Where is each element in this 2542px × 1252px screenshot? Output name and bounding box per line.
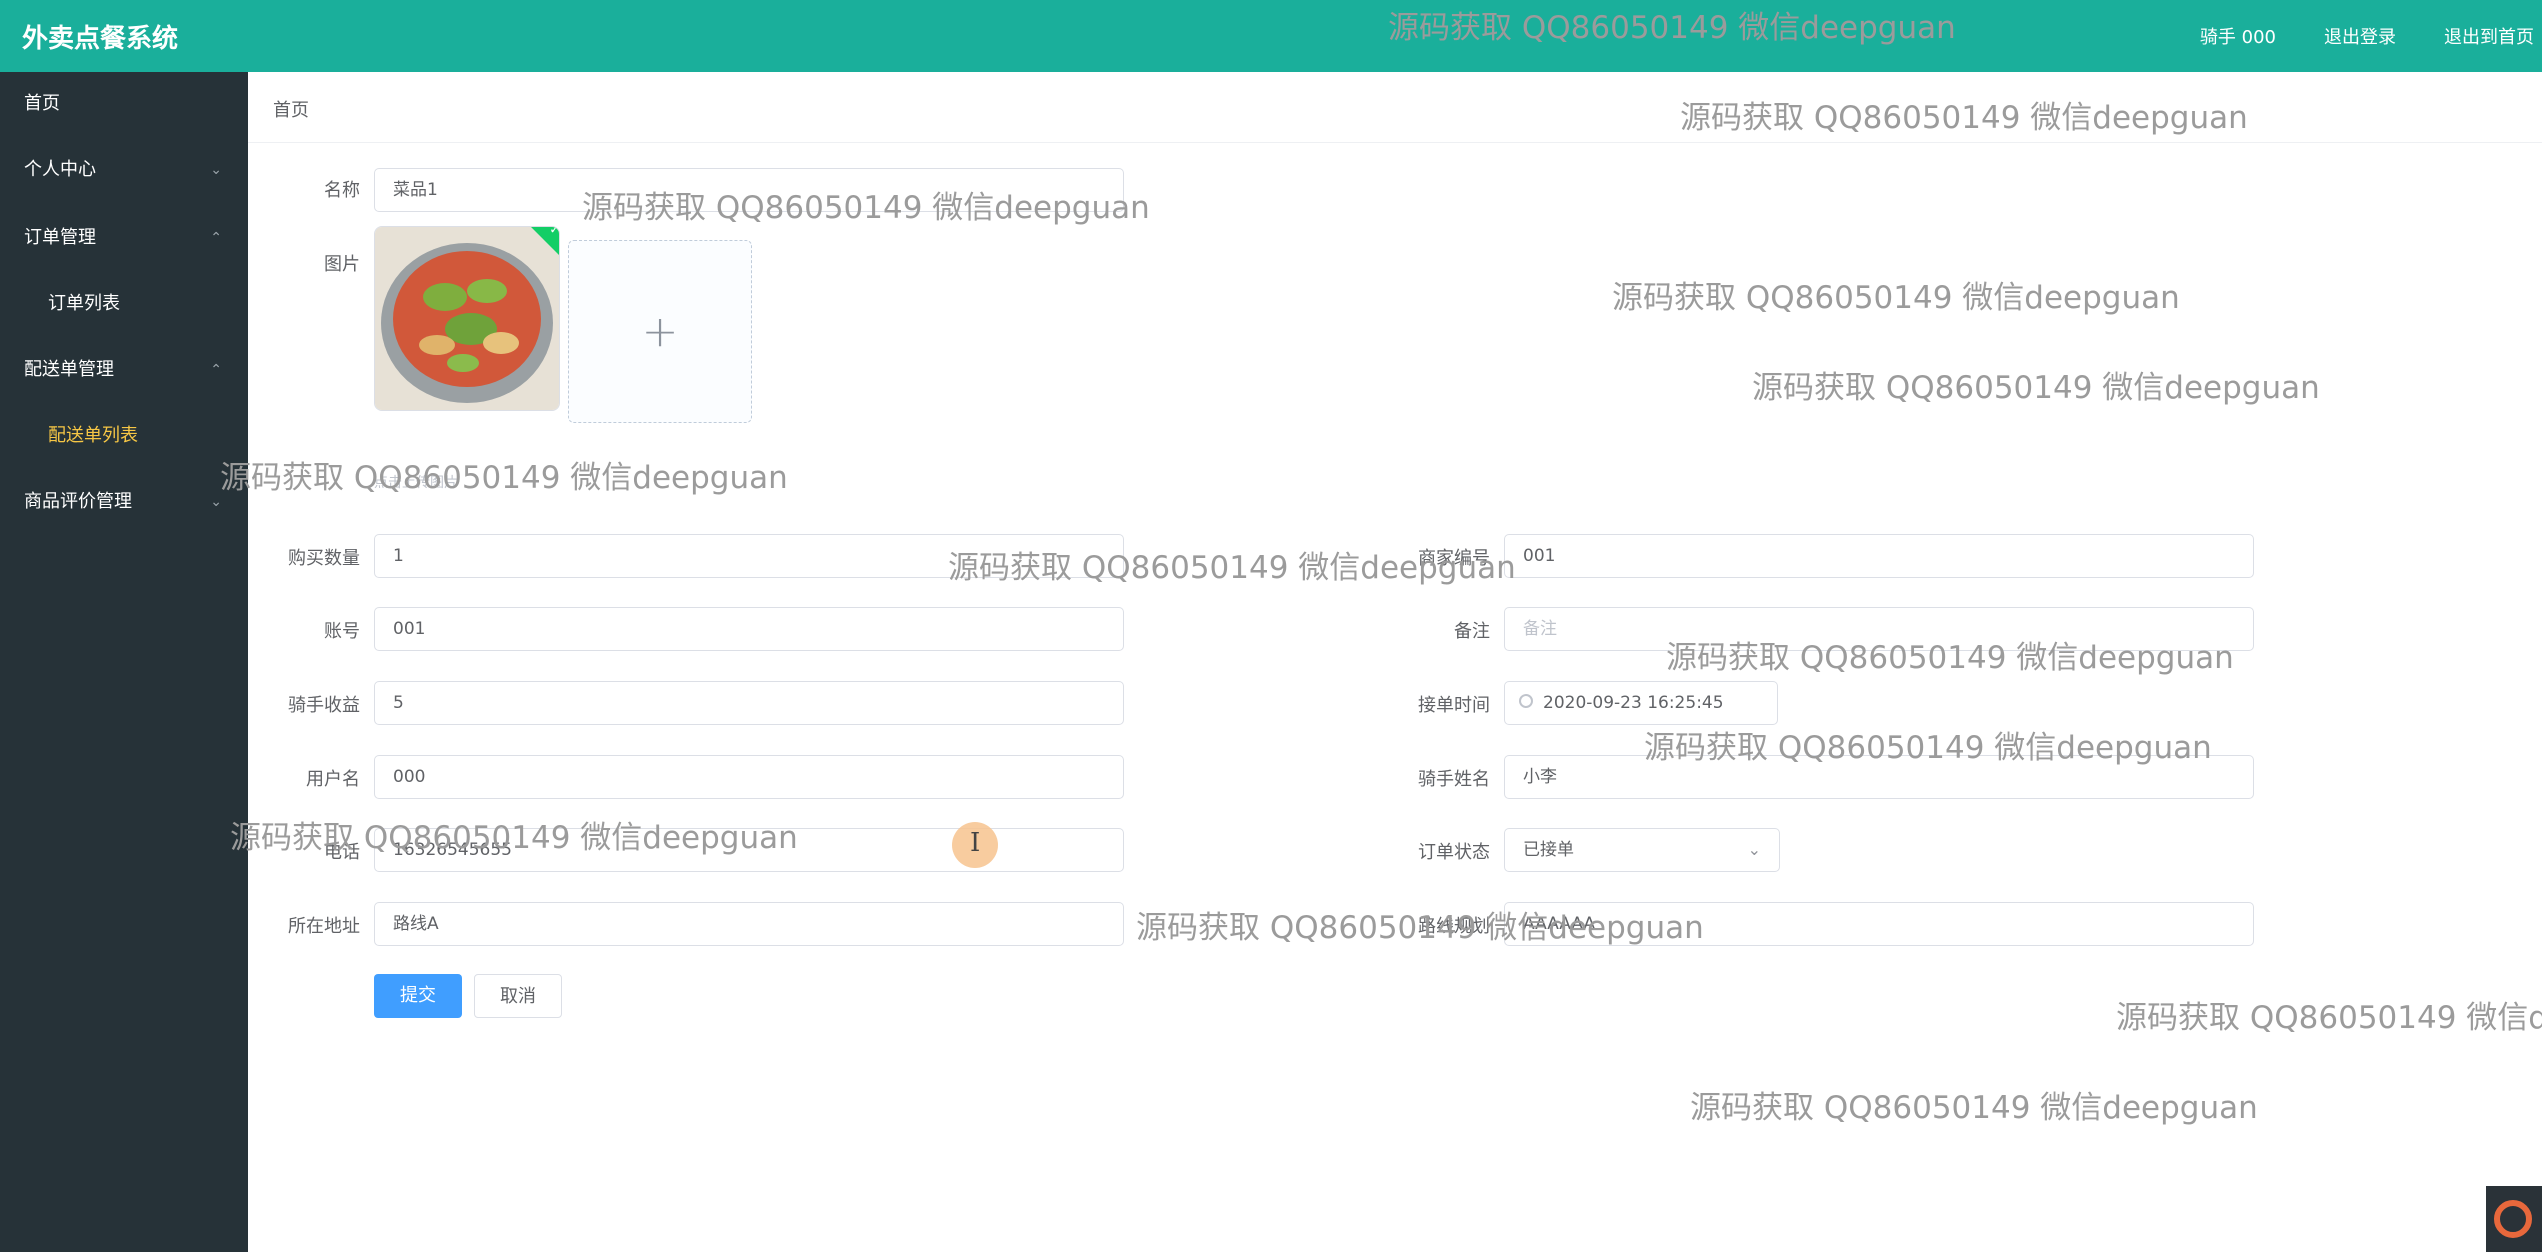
sidebar-item-label: 首页 [24, 93, 60, 114]
sidebar-item-home[interactable]: 首页 [0, 72, 248, 136]
accept-time-label: 接单时间 [1418, 695, 1490, 716]
floating-widget[interactable] [2486, 1186, 2542, 1252]
address-label: 所在地址 [288, 916, 360, 937]
upload-hint: 点击上传图片 [374, 475, 458, 491]
accept-time-value: 2020-09-23 16:25:45 [1543, 693, 1724, 713]
breadcrumb-bar: 首页 [248, 72, 2542, 143]
username-label: 用户名 [306, 769, 360, 790]
remark-field[interactable]: 备注 [1504, 607, 2254, 651]
chevron-down-icon: ⌄ [1747, 840, 1761, 859]
quantity-field[interactable]: 1 [374, 534, 1124, 578]
username-field[interactable]: 000 [374, 755, 1124, 799]
sidebar-item-delivery-list[interactable]: 配送单列表 [0, 404, 248, 468]
plus-icon: + [641, 306, 679, 357]
watermark: 源码获取 QQ86050149 微信deepguan [2116, 1000, 2542, 1036]
account-label: 账号 [324, 621, 360, 642]
watermark: 源码获取 QQ86050149 微信deepguan [1752, 370, 2320, 406]
remark-label: 备注 [1454, 621, 1490, 642]
rider-name-field[interactable]: 小李 [1504, 755, 2254, 799]
merchant-field[interactable]: 001 [1504, 534, 2254, 578]
phone-field[interactable]: 16326545655 [374, 828, 1124, 872]
submit-button[interactable]: 提交 [374, 974, 462, 1018]
sidebar-item-review-management[interactable]: 商品评价管理 ⌄ [0, 468, 248, 536]
sidebar-item-delivery-management[interactable]: 配送单管理 ⌃ [0, 336, 248, 404]
sidebar-item-label: 商品评价管理 [24, 491, 132, 512]
dish-photo [375, 227, 559, 410]
top-header: 外卖点餐系统 骑手 000 退出登录 退出到首页 [0, 0, 2542, 72]
header-actions: 骑手 000 退出登录 退出到首页 [2200, 0, 2542, 72]
order-status-value: 已接单 [1523, 840, 1574, 860]
rider-name-label: 骑手姓名 [1418, 769, 1490, 790]
order-status-select[interactable]: 已接单 ⌄ [1504, 828, 1780, 872]
income-label: 骑手收益 [288, 695, 360, 716]
watermark: 源码获取 QQ86050149 微信deepguan [1690, 1090, 2258, 1126]
chevron-up-icon: ⌃ [210, 362, 222, 378]
app-title: 外卖点餐系统 [22, 24, 179, 54]
name-field[interactable]: 菜品1 [374, 168, 1124, 212]
quantity-label: 购买数量 [288, 548, 360, 569]
gear-icon [2494, 1200, 2532, 1238]
sidebar-item-order-list[interactable]: 订单列表 [0, 272, 248, 336]
sidebar: 首页 个人中心 ⌄ 订单管理 ⌃ 订单列表 配送单管理 ⌃ 配送单列表 商品评价… [0, 72, 248, 1252]
logout-button[interactable]: 退出登录 [2324, 23, 2396, 49]
sidebar-item-label: 个人中心 [24, 159, 96, 180]
route-field[interactable]: AAAAAA [1504, 902, 2254, 946]
merchant-label: 商家编号 [1418, 548, 1490, 569]
sidebar-item-label: 配送单列表 [48, 425, 138, 446]
watermark: 源码获取 QQ86050149 微信deepguan [220, 460, 788, 496]
accept-time-picker[interactable]: 2020-09-23 16:25:45 [1504, 681, 1778, 725]
user-label[interactable]: 骑手 000 [2200, 23, 2276, 49]
income-field[interactable]: 5 [374, 681, 1124, 725]
image-label: 图片 [324, 254, 360, 275]
route-label: 路线规划 [1418, 916, 1490, 937]
exit-to-home-button[interactable]: 退出到首页 [2444, 23, 2534, 49]
account-field[interactable]: 001 [374, 607, 1124, 651]
phone-label: 电话 [324, 842, 360, 863]
order-status-label: 订单状态 [1418, 842, 1490, 863]
check-icon: ✓ [549, 226, 560, 238]
sidebar-item-label: 订单管理 [24, 227, 96, 248]
address-field[interactable]: 路线A [374, 902, 1124, 946]
upload-image-button[interactable]: + [568, 240, 752, 423]
chevron-down-icon: ⌄ [210, 494, 222, 510]
name-label: 名称 [324, 180, 360, 201]
sidebar-item-personal-center[interactable]: 个人中心 ⌄ [0, 136, 248, 204]
sidebar-item-label: 配送单管理 [24, 359, 114, 380]
watermark: 源码获取 QQ86050149 微信deepguan [1612, 280, 2180, 316]
text-cursor-icon: I [970, 828, 981, 858]
sidebar-item-order-management[interactable]: 订单管理 ⌃ [0, 204, 248, 272]
cancel-button[interactable]: 取消 [474, 974, 562, 1018]
dish-image[interactable]: ✓ [374, 226, 560, 411]
clock-icon [1519, 694, 1533, 708]
breadcrumb[interactable]: 首页 [273, 96, 309, 122]
sidebar-item-label: 订单列表 [48, 293, 120, 314]
